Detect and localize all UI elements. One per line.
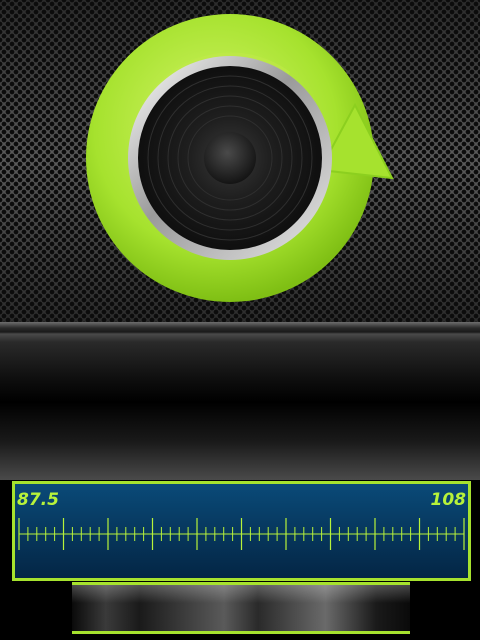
frequency-min-label: 87.5	[17, 490, 59, 510]
speaker-dust-cap	[204, 132, 256, 184]
frequency-tuner[interactable]: 87.5 108	[12, 481, 471, 581]
speaker-refresh-icon[interactable]	[80, 10, 400, 310]
frequency-scale[interactable]	[15, 514, 468, 554]
frequency-max-label: 108	[430, 490, 467, 510]
bottom-control-bar[interactable]	[72, 582, 410, 634]
chrome-divider-bar	[0, 322, 480, 480]
control-bar-shine	[72, 585, 410, 603]
